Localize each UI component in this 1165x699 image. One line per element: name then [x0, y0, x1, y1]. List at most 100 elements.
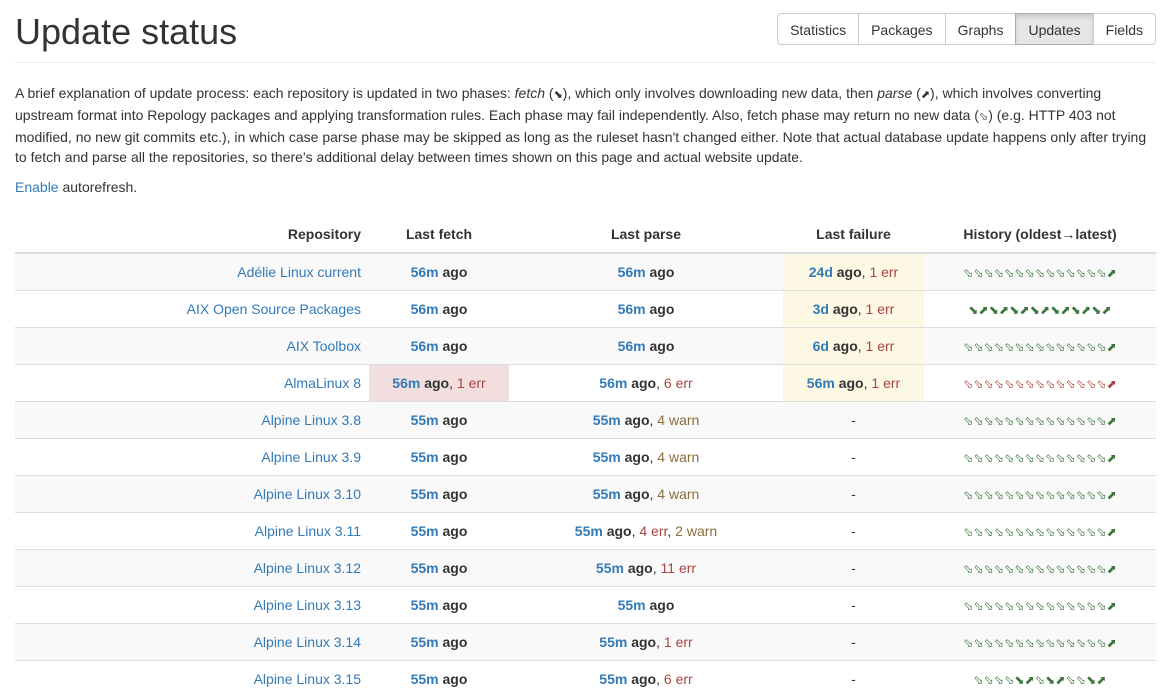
time-value[interactable]: 55m	[596, 560, 624, 576]
enable-autorefresh-link[interactable]: Enable	[15, 179, 59, 195]
err-count: 1 err	[869, 264, 899, 280]
err-count: 1 err	[456, 375, 486, 391]
time-value[interactable]: 6d	[813, 338, 829, 354]
time-value[interactable]: 3d	[813, 301, 829, 317]
ago-label: ago	[442, 634, 468, 650]
last-failure-cell: 6d ago, 1 err	[783, 327, 924, 365]
time-value[interactable]: 56m	[411, 301, 439, 317]
repository-link[interactable]: Alpine Linux 3.15	[254, 671, 361, 687]
last-fetch-cell: 55m ago	[369, 512, 509, 550]
time-value[interactable]: 56m	[411, 264, 439, 280]
time-value[interactable]: 24d	[809, 264, 833, 280]
last-parse-cell: 55m ago	[509, 586, 783, 624]
time-value[interactable]: 55m	[593, 486, 621, 502]
history-cell: ⬂⬂⬂⬂⬂⬂⬂⬂⬂⬂⬂⬂⬂⬂⬈	[924, 252, 1156, 291]
table-body: Adélie Linux current 56m ago 56m ago 24d ag…	[15, 252, 1156, 697]
ago-label: ago	[649, 338, 675, 354]
history-arrows-icon: ⬂⬂⬂⬂⬂⬂⬂⬂⬂⬂⬂⬂⬂⬂⬈	[963, 414, 1117, 428]
repository-link[interactable]: Alpine Linux 3.9	[261, 449, 361, 465]
history-cell: ⬊⬈⬊⬈⬊⬈⬊⬈⬊⬈⬊⬈⬊⬈	[924, 290, 1156, 328]
time-value[interactable]: 55m	[411, 486, 439, 502]
nav-statistics-button[interactable]: Statistics	[777, 13, 860, 45]
repository-link[interactable]: Alpine Linux 3.8	[261, 412, 361, 428]
last-failure-cell: -	[783, 549, 924, 587]
repository-link[interactable]: Alpine Linux 3.11	[255, 523, 361, 539]
repository-cell: Alpine Linux 3.14	[15, 623, 369, 661]
header-last-parse: Last parse	[509, 215, 783, 254]
repository-link[interactable]: Alpine Linux 3.13	[254, 597, 361, 613]
time-value[interactable]: 55m	[575, 523, 603, 539]
table-row: Alpine Linux 3.12 55m ago 55m ago, 11 err -…	[15, 549, 1156, 587]
time-value[interactable]: 56m	[618, 301, 646, 317]
ago-label: ago	[442, 523, 468, 539]
time-value[interactable]: 55m	[411, 449, 439, 465]
nav-updates-button[interactable]: Updates	[1015, 13, 1094, 45]
repository-link[interactable]: AIX Open Source Packages	[187, 301, 361, 317]
time-value[interactable]: 55m	[411, 523, 439, 539]
last-fetch-cell: 55m ago	[369, 586, 509, 624]
time-value[interactable]: 56m	[807, 375, 835, 391]
repository-link[interactable]: Adélie Linux current	[237, 264, 361, 280]
last-failure-cell: 3d ago, 1 err	[783, 290, 924, 328]
err-count: 1 err	[865, 338, 895, 354]
autorefresh-text: autorefresh.	[58, 179, 138, 195]
table-row: Alpine Linux 3.11 55m ago 55m ago, 4 err, …	[15, 512, 1156, 550]
time-value[interactable]: 55m	[599, 671, 627, 687]
time-value[interactable]: 56m	[618, 264, 646, 280]
repository-link[interactable]: AlmaLinux 8	[284, 375, 361, 391]
history-arrows-icon: ⬂⬂⬂⬂⬂⬂⬂⬂⬂⬂⬂⬂⬂⬂⬈	[963, 599, 1117, 613]
last-parse-cell: 56m ago	[509, 252, 783, 291]
time-value[interactable]: 55m	[411, 412, 439, 428]
last-fetch-cell: 55m ago	[369, 401, 509, 439]
repository-cell: Alpine Linux 3.9	[15, 438, 369, 476]
time-value[interactable]: 55m	[618, 597, 646, 613]
no-failure-dash: -	[851, 671, 856, 687]
time-value[interactable]: 56m	[618, 338, 646, 354]
time-value[interactable]: 55m	[593, 449, 621, 465]
history-arrows-icon: ⬂⬂⬂⬂⬂⬂⬂⬂⬂⬂⬂⬂⬂⬂⬈	[963, 266, 1117, 280]
repository-link[interactable]: Alpine Linux 3.12	[254, 560, 361, 576]
err-count: 1 err	[663, 634, 693, 650]
intro-text: (	[912, 85, 921, 101]
time-value[interactable]: 56m	[599, 375, 627, 391]
time-value[interactable]: 55m	[411, 634, 439, 650]
ago-label: ago	[442, 301, 468, 317]
repository-link[interactable]: Alpine Linux 3.10	[254, 486, 361, 502]
time-value[interactable]: 55m	[411, 560, 439, 576]
repository-link[interactable]: Alpine Linux 3.14	[254, 634, 361, 650]
history-arrows-icon: ⬂⬂⬂⬂⬊⬈⬂⬊⬈⬂⬂⬊⬈	[973, 673, 1107, 687]
table-header-row: Repository Last fetch Last parse Last fa…	[15, 215, 1156, 254]
repository-link[interactable]: AIX Toolbox	[287, 338, 361, 354]
history-cell: ⬂⬂⬂⬂⬂⬂⬂⬂⬂⬂⬂⬂⬂⬂⬈	[924, 401, 1156, 439]
time-value[interactable]: 55m	[411, 597, 439, 613]
time-value[interactable]: 55m	[599, 634, 627, 650]
no-failure-dash: -	[851, 523, 856, 539]
history-arrows-icon: ⬂⬂⬂⬂⬂⬂⬂⬂⬂⬂⬂⬂⬂⬂⬈	[963, 636, 1117, 650]
ago-label: ago	[442, 338, 468, 354]
repository-cell: Alpine Linux 3.10	[15, 475, 369, 513]
ago-label: ago	[442, 486, 468, 502]
last-parse-cell: 55m ago, 4 err, 2 warn	[509, 512, 783, 550]
table-row: Alpine Linux 3.15 55m ago 55m ago, 6 err - ⬂…	[15, 660, 1156, 697]
nav-fields-button[interactable]: Fields	[1092, 13, 1156, 45]
ago-label: ago	[649, 597, 675, 613]
nav-graphs-button[interactable]: Graphs	[944, 13, 1017, 45]
no-failure-dash: -	[851, 560, 856, 576]
time-value[interactable]: 56m	[411, 338, 439, 354]
intro-fetch-term: fetch	[514, 85, 546, 101]
header-last-fetch: Last fetch	[369, 215, 509, 254]
ago-label: ago	[631, 375, 657, 391]
time-value[interactable]: 56m	[392, 375, 420, 391]
last-fetch-cell: 56m ago	[369, 327, 509, 365]
header-repository: Repository	[15, 215, 369, 254]
ago-label: ago	[832, 301, 858, 317]
nav-packages-button[interactable]: Packages	[858, 13, 946, 45]
time-value[interactable]: 55m	[593, 412, 621, 428]
page-title: Update status	[15, 11, 238, 52]
last-fetch-cell: 56m ago, 1 err	[369, 364, 509, 402]
last-fetch-cell: 56m ago	[369, 290, 509, 328]
repository-cell: AIX Open Source Packages	[15, 290, 369, 328]
ago-label: ago	[627, 560, 653, 576]
ago-label: ago	[442, 264, 468, 280]
time-value[interactable]: 55m	[411, 671, 439, 687]
